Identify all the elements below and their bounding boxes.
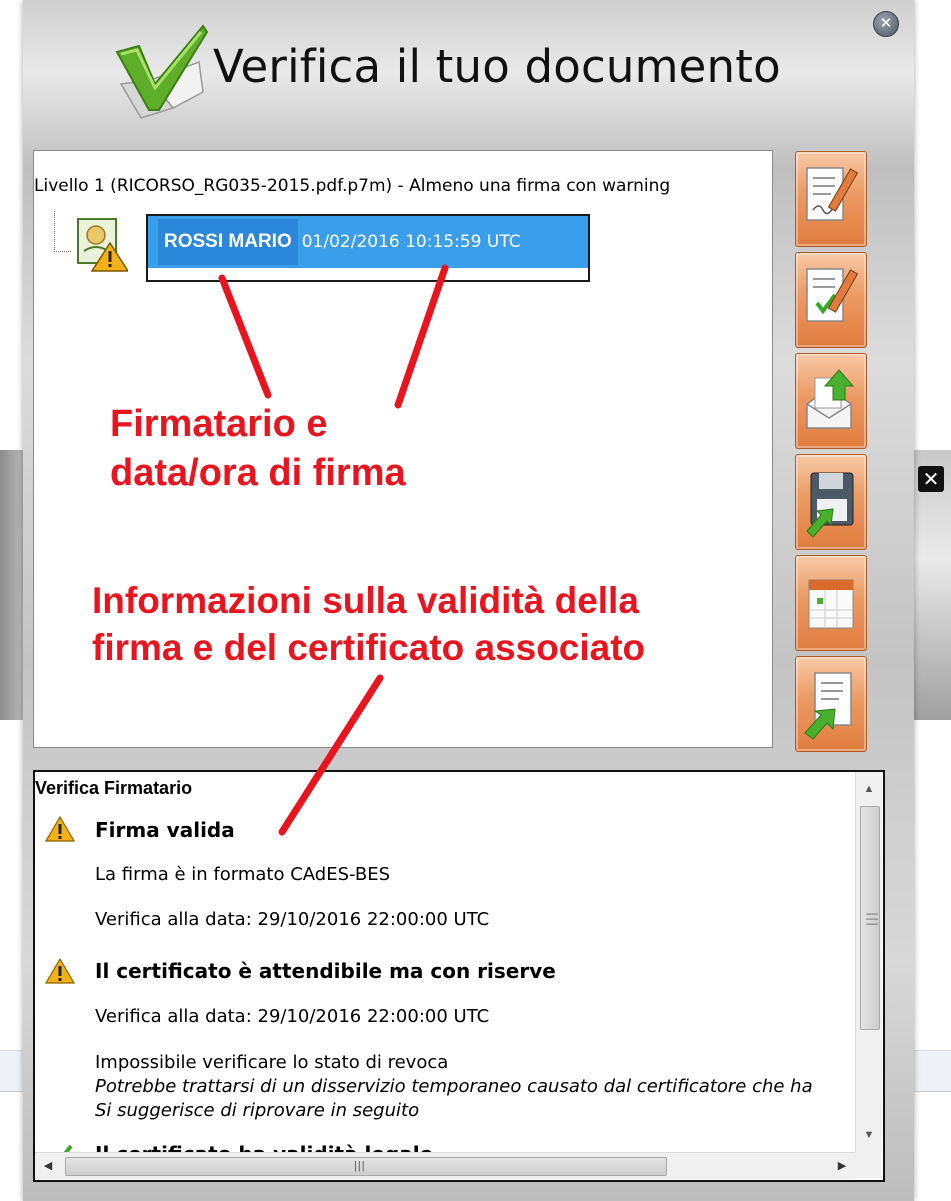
document-sign-icon bbox=[806, 167, 859, 221]
annotation-signer-label: Firmatario e bbox=[110, 403, 328, 445]
detail-line: Si suggerisce di riprovare in seguito bbox=[95, 1100, 420, 1121]
tree-root-label[interactable]: Livello 1 (RICORSO_RG035-2015.pdf.p7m) -… bbox=[34, 176, 670, 196]
detail-line: Verifica alla data: 29/10/2016 22:00:00 … bbox=[95, 909, 490, 930]
calendar-icon bbox=[808, 579, 854, 629]
open-envelope-button[interactable] bbox=[795, 353, 867, 449]
signature-certificate-warning-icon bbox=[77, 218, 128, 272]
vertical-scroll-thumb[interactable]: — — — bbox=[860, 806, 880, 1030]
vertical-scrollbar[interactable]: ▲ — — — ▼ bbox=[855, 772, 882, 1152]
details-content: Verifica Firmatario Firma valida La firm… bbox=[35, 772, 853, 1152]
section-heading: Il certificato ha validità legale bbox=[95, 1142, 433, 1152]
document-export-icon bbox=[804, 672, 852, 740]
close-icon[interactable]: ✕ bbox=[873, 11, 899, 37]
signer-details-panel: Verifica Firmatario Firma valida La firm… bbox=[33, 770, 885, 1182]
save-floppy-icon bbox=[806, 472, 854, 538]
green-checkmark-icon bbox=[115, 24, 209, 119]
document-verify-icon bbox=[806, 268, 859, 322]
scroll-left-icon[interactable]: ◀ bbox=[35, 1153, 61, 1179]
section-heading: Il certificato è attendibile ma con rise… bbox=[95, 959, 556, 983]
annotation-signer-label: data/ora di firma bbox=[110, 452, 406, 494]
scroll-up-icon[interactable]: ▲ bbox=[856, 776, 882, 802]
detail-line: La firma è in formato CAdES-BES bbox=[95, 864, 390, 885]
warning-icon bbox=[45, 958, 75, 984]
annotation-validity-label: Informazioni sulla validità della bbox=[92, 580, 639, 621]
envelope-open-icon bbox=[806, 369, 855, 429]
verify-document-button[interactable] bbox=[795, 252, 867, 348]
sign-document-button[interactable] bbox=[795, 151, 867, 247]
checkmark-icon bbox=[63, 1144, 73, 1152]
detail-line: Impossibile verificare lo stato di revoc… bbox=[95, 1052, 449, 1073]
export-document-button[interactable] bbox=[795, 656, 867, 752]
calendar-button[interactable] bbox=[795, 555, 867, 651]
horizontal-scroll-thumb[interactable]: ||| bbox=[65, 1157, 667, 1176]
save-button[interactable] bbox=[795, 454, 867, 550]
warning-icon bbox=[45, 816, 75, 842]
detail-line: Verifica alla data: 29/10/2016 22:00:00 … bbox=[95, 1006, 490, 1027]
tree-signer-node[interactable]: ROSSI MARIO 01/02/2016 10:15:59 UTC bbox=[146, 214, 590, 282]
annotation-validity-label: firma e del certificato associato bbox=[92, 627, 646, 668]
detail-line: Potrebbe trattarsi di un disservizio tem… bbox=[95, 1076, 813, 1097]
background-close-icon[interactable]: ✕ bbox=[918, 466, 944, 492]
scroll-right-icon[interactable]: ▶ bbox=[829, 1153, 855, 1179]
details-title: Verifica Firmatario bbox=[35, 778, 193, 798]
scroll-down-icon[interactable]: ▼ bbox=[856, 1122, 882, 1148]
selection-highlight: ROSSI MARIO 01/02/2016 10:15:59 UTC bbox=[148, 216, 588, 268]
scroll-corner bbox=[855, 1152, 881, 1178]
signer-name: ROSSI MARIO bbox=[158, 219, 298, 265]
signature-date: 01/02/2016 10:15:59 UTC bbox=[301, 232, 521, 252]
horizontal-scrollbar[interactable]: ◀ ||| ▶ bbox=[35, 1152, 855, 1179]
grip-icon: — — — bbox=[866, 906, 878, 930]
dialog-title: Verifica il tuo documento bbox=[213, 40, 781, 93]
grip-icon: ||| bbox=[354, 1160, 366, 1172]
section-heading: Firma valida bbox=[95, 818, 235, 842]
tree-connector bbox=[54, 211, 71, 252]
